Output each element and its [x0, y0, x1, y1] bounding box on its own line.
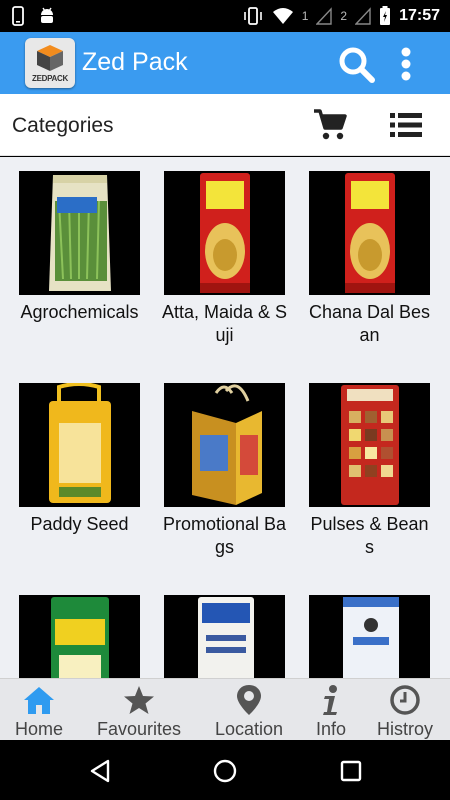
cube-logo-icon: [37, 45, 63, 71]
app-bar: ZEDPACK Zed Pack: [0, 32, 450, 94]
vibrate-icon: [243, 7, 262, 25]
cart-button[interactable]: [312, 108, 348, 142]
category-image: [164, 383, 285, 507]
cart-icon: [314, 109, 347, 140]
category-tile[interactable]: Atta, Maida & Suji: [161, 171, 297, 371]
search-icon: [339, 47, 375, 83]
category-tile[interactable]: Pulses & Beans: [306, 383, 442, 583]
recents-icon[interactable]: [338, 758, 364, 784]
category-label: Pulses & Beans: [310, 514, 429, 557]
category-image: [309, 383, 430, 507]
category-tile[interactable]: Promotional Bags: [161, 383, 297, 583]
more-vert-icon: [401, 47, 411, 81]
battery-icon: [380, 6, 391, 25]
logo-text: ZEDPACK: [32, 74, 68, 83]
android-debug-icon: [41, 7, 53, 23]
category-label: Agrochemicals: [20, 302, 139, 322]
list-view-button[interactable]: [386, 108, 426, 142]
home-circle-icon[interactable]: [212, 758, 238, 784]
sim2-label: 2: [340, 9, 348, 23]
category-label: Atta, Maida & Suji: [161, 302, 288, 345]
category-tile[interactable]: [16, 595, 152, 678]
category-image: [309, 595, 430, 678]
categories-header: Categories: [0, 94, 450, 156]
category-grid: Agrochemicals Atta, Maida & Suji Chana D…: [0, 157, 450, 678]
wifi-icon: [272, 8, 293, 24]
category-image: [164, 171, 285, 295]
nav-home-label: Home: [14, 719, 63, 739]
search-button[interactable]: [336, 44, 376, 84]
category-label: Chana Dal Besan: [308, 302, 431, 345]
signal-icon: [355, 7, 371, 25]
star-icon: [124, 686, 154, 714]
overflow-menu-button[interactable]: [392, 44, 420, 84]
category-image: [164, 595, 285, 678]
home-icon: [24, 687, 54, 714]
nav-favourites-label: Favourites: [96, 719, 182, 739]
nav-info[interactable]: Info: [306, 679, 356, 741]
location-pin-icon: [237, 685, 261, 715]
category-tile[interactable]: Paddy Seed: [16, 383, 152, 583]
category-tile[interactable]: [161, 595, 297, 678]
nav-favourites[interactable]: Favourites: [86, 679, 192, 741]
clock-time: 17:57: [399, 7, 440, 24]
app-logo: ZEDPACK: [25, 38, 75, 88]
list-icon: [390, 113, 422, 137]
system-navigation-bar: [0, 740, 450, 800]
category-label: Paddy Seed: [30, 514, 129, 534]
bottom-navigation: Home Favourites Location Info Histroy: [0, 678, 450, 740]
category-tile[interactable]: Chana Dal Besan: [306, 171, 442, 371]
category-tile[interactable]: [306, 595, 442, 678]
nav-info-label: Info: [315, 719, 347, 739]
info-icon: [323, 685, 337, 715]
nav-history-label: Histroy: [376, 719, 433, 739]
category-label: Promotional Bags: [162, 514, 287, 557]
category-image: [19, 595, 140, 678]
category-tile[interactable]: Agrochemicals: [16, 171, 152, 371]
category-image: [19, 171, 140, 295]
nav-location-label: Location: [214, 719, 284, 739]
app-title: Zed Pack: [82, 48, 188, 76]
clock-icon: [390, 685, 420, 715]
status-bar: 1 2 17:57: [0, 0, 450, 32]
nav-history[interactable]: Histroy: [370, 679, 440, 741]
page-title: Categories: [12, 114, 114, 137]
nav-home[interactable]: Home: [2, 679, 76, 741]
category-image: [19, 383, 140, 507]
phone-icon: [12, 6, 24, 26]
sim1-label: 1: [301, 9, 309, 23]
back-icon[interactable]: [88, 758, 114, 784]
nav-location[interactable]: Location: [204, 679, 294, 741]
category-image: [309, 171, 430, 295]
signal-icon: [316, 7, 333, 25]
